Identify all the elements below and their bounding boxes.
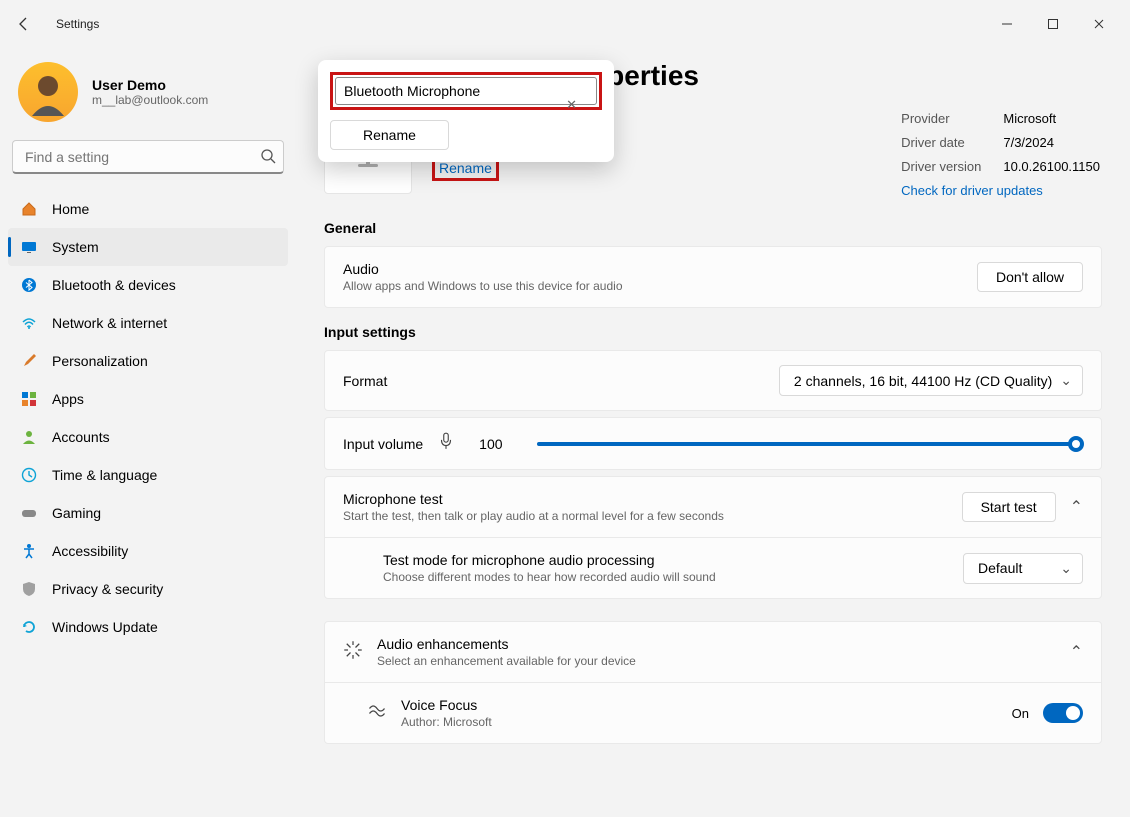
shield-icon [20, 580, 38, 598]
driver-info: ProviderMicrosoft Driver date7/3/2024 Dr… [899, 106, 1102, 204]
nav-accounts[interactable]: Accounts [8, 418, 288, 456]
clock-icon [20, 466, 38, 484]
person-icon [20, 428, 38, 446]
brush-icon [20, 352, 38, 370]
voice-focus-toggle[interactable] [1043, 703, 1083, 723]
rename-confirm-button[interactable]: Rename [330, 120, 449, 150]
chevron-down-icon: ⌄ [1060, 372, 1072, 389]
nav-privacy[interactable]: Privacy & security [8, 570, 288, 608]
enhancements-icon [343, 640, 363, 665]
minimize-button[interactable] [984, 8, 1030, 40]
check-driver-link[interactable]: Check for driver updates [901, 183, 1043, 198]
nav-bluetooth[interactable]: Bluetooth & devices [8, 266, 288, 304]
apps-icon [20, 390, 38, 408]
start-test-button[interactable]: Start test [962, 492, 1056, 522]
maximize-button[interactable] [1030, 8, 1076, 40]
audio-title: Audio [343, 261, 963, 277]
wifi-icon [20, 314, 38, 332]
rename-input[interactable] [335, 77, 597, 105]
chevron-down-icon: ⌄ [1060, 560, 1072, 577]
rename-link[interactable]: Rename [439, 160, 492, 176]
main-content: System › Sound › Properties Rename Provi… [300, 48, 1130, 817]
mic-icon [437, 432, 455, 455]
back-button[interactable] [8, 8, 40, 40]
nav-system[interactable]: System [8, 228, 288, 266]
window-title: Settings [56, 17, 99, 31]
rename-popup: ✕ Rename [318, 60, 614, 162]
search-icon [260, 148, 276, 169]
nav-update[interactable]: Windows Update [8, 608, 288, 646]
format-select[interactable]: 2 channels, 16 bit, 44100 Hz (CD Quality… [779, 365, 1083, 396]
close-button[interactable] [1076, 8, 1122, 40]
general-heading: General [324, 220, 1102, 236]
nav-network[interactable]: Network & internet [8, 304, 288, 342]
system-icon [20, 238, 38, 256]
volume-slider[interactable] [537, 442, 1083, 446]
voice-focus-icon [367, 701, 387, 726]
bluetooth-icon [20, 276, 38, 294]
user-name: User Demo [92, 77, 208, 93]
chevron-up-icon[interactable]: ⌃ [1070, 497, 1083, 517]
chevron-up-icon[interactable]: ⌃ [1070, 642, 1083, 662]
gamepad-icon [20, 504, 38, 522]
home-icon [20, 200, 38, 218]
nav-apps[interactable]: Apps [8, 380, 288, 418]
search-input[interactable] [12, 140, 284, 174]
dont-allow-button[interactable]: Don't allow [977, 262, 1083, 292]
avatar [18, 62, 78, 122]
clear-icon[interactable]: ✕ [566, 97, 577, 113]
input-heading: Input settings [324, 324, 1102, 340]
nav-time[interactable]: Time & language [8, 456, 288, 494]
audio-sub: Allow apps and Windows to use this devic… [343, 279, 963, 293]
nav-home[interactable]: Home [8, 190, 288, 228]
sidebar: User Demo m__lab@outlook.com Home System… [0, 48, 300, 817]
user-block[interactable]: User Demo m__lab@outlook.com [8, 56, 288, 140]
nav-personalization[interactable]: Personalization [8, 342, 288, 380]
user-email: m__lab@outlook.com [92, 93, 208, 107]
volume-value: 100 [479, 436, 502, 452]
test-mode-select[interactable]: Default ⌄ [963, 553, 1083, 584]
nav-gaming[interactable]: Gaming [8, 494, 288, 532]
nav-accessibility[interactable]: Accessibility [8, 532, 288, 570]
update-icon [20, 618, 38, 636]
accessibility-icon [20, 542, 38, 560]
titlebar: Settings [0, 0, 1130, 48]
